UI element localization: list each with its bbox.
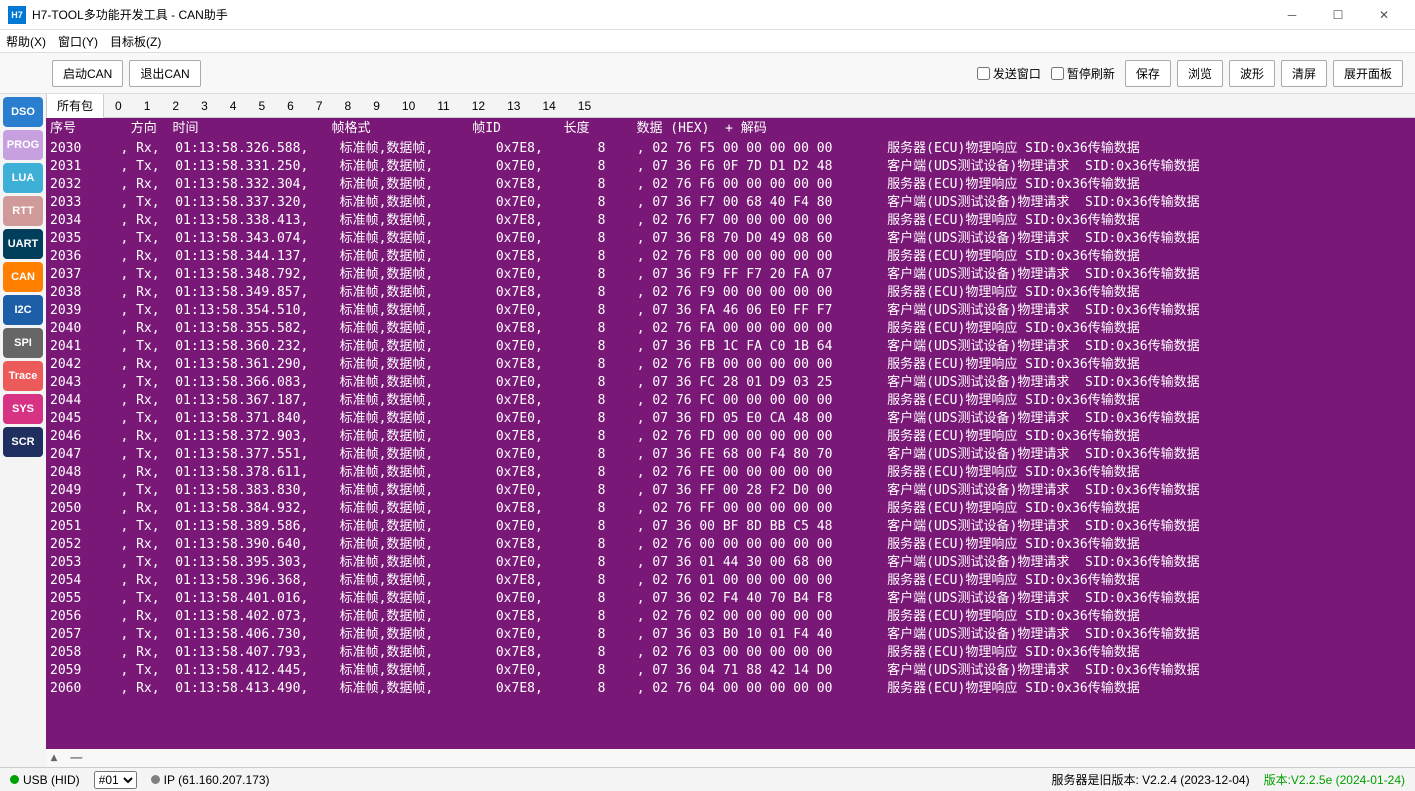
table-row[interactable]: 2046 , Rx, 01:13:58.372.903, 标准帧,数据帧, 0x… — [50, 428, 1415, 446]
table-row[interactable]: 2052 , Rx, 01:13:58.390.640, 标准帧,数据帧, 0x… — [50, 536, 1415, 554]
table-row[interactable]: 2030 , Rx, 01:13:58.326.588, 标准帧,数据帧, 0x… — [50, 140, 1415, 158]
table-row[interactable]: 2038 , Rx, 01:13:58.349.857, 标准帧,数据帧, 0x… — [50, 284, 1415, 302]
filter-tab-8[interactable]: 7 — [305, 95, 334, 117]
table-row[interactable]: 2050 , Rx, 01:13:58.384.932, 标准帧,数据帧, 0x… — [50, 500, 1415, 518]
bottom-splitter: ▴ — — [46, 749, 1415, 767]
table-row[interactable]: 2053 , Tx, 01:13:58.395.303, 标准帧,数据帧, 0x… — [50, 554, 1415, 572]
server-version: 服务器是旧版本: V2.2.4 (2023-12-04) — [1052, 771, 1250, 788]
table-row[interactable]: 2056 , Rx, 01:13:58.402.073, 标准帧,数据帧, 0x… — [50, 608, 1415, 626]
filter-tab-6[interactable]: 5 — [247, 95, 276, 117]
filter-tab-9[interactable]: 8 — [334, 95, 363, 117]
table-row[interactable]: 2040 , Rx, 01:13:58.355.582, 标准帧,数据帧, 0x… — [50, 320, 1415, 338]
filter-tab-13[interactable]: 12 — [461, 95, 496, 117]
table-row[interactable]: 2059 , Tx, 01:13:58.412.445, 标准帧,数据帧, 0x… — [50, 662, 1415, 680]
menu-item-1[interactable]: 窗口(Y) — [58, 33, 98, 50]
sidebar-tab-dso[interactable]: DSO — [3, 97, 43, 127]
toolbar: 启动CAN 退出CAN 发送窗口 暂停刷新 保存 浏览 波形 清屏 展开面板 — [0, 52, 1415, 94]
table-row[interactable]: 2044 , Rx, 01:13:58.367.187, 标准帧,数据帧, 0x… — [50, 392, 1415, 410]
filter-tab-1[interactable]: 0 — [104, 95, 133, 117]
table-row[interactable]: 2037 , Tx, 01:13:58.348.792, 标准帧,数据帧, 0x… — [50, 266, 1415, 284]
browse-button[interactable]: 浏览 — [1177, 60, 1223, 87]
table-row[interactable]: 2042 , Rx, 01:13:58.361.290, 标准帧,数据帧, 0x… — [50, 356, 1415, 374]
sidebar: DSOPROGLUARTTUARTCANI2CSPITraceSYSSCR — [0, 94, 46, 767]
sidebar-tab-uart[interactable]: UART — [3, 229, 43, 259]
data-pane[interactable]: 2030 , Rx, 01:13:58.326.588, 标准帧,数据帧, 0x… — [46, 140, 1415, 749]
maximize-button[interactable]: ☐ — [1315, 0, 1361, 30]
table-row[interactable]: 2035 , Tx, 01:13:58.343.074, 标准帧,数据帧, 0x… — [50, 230, 1415, 248]
table-row[interactable]: 2039 , Tx, 01:13:58.354.510, 标准帧,数据帧, 0x… — [50, 302, 1415, 320]
table-row[interactable]: 2034 , Rx, 01:13:58.338.413, 标准帧,数据帧, 0x… — [50, 212, 1415, 230]
splitter-collapse-icon[interactable]: — — [65, 749, 87, 765]
column-header: 序号 方向 时间 帧格式 帧ID 长度 数据 (HEX) + 解码 — [46, 118, 1415, 140]
filter-tab-15[interactable]: 14 — [531, 95, 566, 117]
minimize-button[interactable]: ─ — [1269, 0, 1315, 30]
filter-tab-3[interactable]: 2 — [161, 95, 190, 117]
filter-tab-4[interactable]: 3 — [190, 95, 219, 117]
table-row[interactable]: 2036 , Rx, 01:13:58.344.137, 标准帧,数据帧, 0x… — [50, 248, 1415, 266]
send-window-checkbox[interactable]: 发送窗口 — [977, 65, 1041, 82]
client-version: 版本:V2.2.5e (2024-01-24) — [1264, 771, 1405, 788]
exit-can-button[interactable]: 退出CAN — [129, 60, 200, 87]
table-row[interactable]: 2032 , Rx, 01:13:58.332.304, 标准帧,数据帧, 0x… — [50, 176, 1415, 194]
sidebar-tab-i2c[interactable]: I2C — [3, 295, 43, 325]
table-row[interactable]: 2055 , Tx, 01:13:58.401.016, 标准帧,数据帧, 0x… — [50, 590, 1415, 608]
filter-tab-11[interactable]: 10 — [391, 95, 426, 117]
filter-tab-0[interactable]: 所有包 — [46, 94, 104, 118]
ip-status: IP (61.160.207.173) — [151, 773, 270, 787]
clear-button[interactable]: 清屏 — [1281, 60, 1327, 87]
save-button[interactable]: 保存 — [1125, 60, 1171, 87]
expand-panel-button[interactable]: 展开面板 — [1333, 60, 1403, 87]
filter-tab-10[interactable]: 9 — [362, 95, 391, 117]
table-row[interactable]: 2048 , Rx, 01:13:58.378.611, 标准帧,数据帧, 0x… — [50, 464, 1415, 482]
sidebar-tab-sys[interactable]: SYS — [3, 394, 43, 424]
table-row[interactable]: 2058 , Rx, 01:13:58.407.793, 标准帧,数据帧, 0x… — [50, 644, 1415, 662]
window-title: H7-TOOL多功能开发工具 - CAN助手 — [32, 6, 1269, 23]
sidebar-tab-can[interactable]: CAN — [3, 262, 43, 292]
filter-tab-12[interactable]: 11 — [426, 95, 460, 117]
filter-tab-14[interactable]: 13 — [496, 95, 531, 117]
titlebar: H7 H7-TOOL多功能开发工具 - CAN助手 ─ ☐ ✕ — [0, 0, 1415, 30]
sidebar-tab-scr[interactable]: SCR — [3, 427, 43, 457]
statusbar: USB (HID) #01#02 IP (61.160.207.173) 服务器… — [0, 767, 1415, 791]
table-row[interactable]: 2045 , Tx, 01:13:58.371.840, 标准帧,数据帧, 0x… — [50, 410, 1415, 428]
close-button[interactable]: ✕ — [1361, 0, 1407, 30]
table-row[interactable]: 2057 , Tx, 01:13:58.406.730, 标准帧,数据帧, 0x… — [50, 626, 1415, 644]
table-row[interactable]: 2060 , Rx, 01:13:58.413.490, 标准帧,数据帧, 0x… — [50, 680, 1415, 698]
table-row[interactable]: 2049 , Tx, 01:13:58.383.830, 标准帧,数据帧, 0x… — [50, 482, 1415, 500]
pause-refresh-checkbox[interactable]: 暂停刷新 — [1051, 65, 1115, 82]
table-row[interactable]: 2031 , Tx, 01:13:58.331.250, 标准帧,数据帧, 0x… — [50, 158, 1415, 176]
port-select[interactable]: #01#02 — [94, 771, 137, 789]
menu-item-2[interactable]: 目标板(Z) — [110, 33, 161, 50]
filter-tab-7[interactable]: 6 — [276, 95, 305, 117]
start-can-button[interactable]: 启动CAN — [52, 60, 123, 87]
table-row[interactable]: 2033 , Tx, 01:13:58.337.320, 标准帧,数据帧, 0x… — [50, 194, 1415, 212]
table-row[interactable]: 2043 , Tx, 01:13:58.366.083, 标准帧,数据帧, 0x… — [50, 374, 1415, 392]
table-row[interactable]: 2054 , Rx, 01:13:58.396.368, 标准帧,数据帧, 0x… — [50, 572, 1415, 590]
usb-status: USB (HID) — [10, 773, 80, 787]
sidebar-tab-spi[interactable]: SPI — [3, 328, 43, 358]
table-row[interactable]: 2041 , Tx, 01:13:58.360.232, 标准帧,数据帧, 0x… — [50, 338, 1415, 356]
app-icon: H7 — [8, 6, 26, 24]
menu-item-0[interactable]: 帮助(X) — [6, 33, 46, 50]
filter-tab-5[interactable]: 4 — [219, 95, 248, 117]
sidebar-tab-lua[interactable]: LUA — [3, 163, 43, 193]
table-row[interactable]: 2051 , Tx, 01:13:58.389.586, 标准帧,数据帧, 0x… — [50, 518, 1415, 536]
sidebar-tab-rtt[interactable]: RTT — [3, 196, 43, 226]
splitter-up-icon[interactable]: ▴ — [46, 749, 62, 765]
wave-button[interactable]: 波形 — [1229, 60, 1275, 87]
sidebar-tab-prog[interactable]: PROG — [3, 130, 43, 160]
menubar: 帮助(X) 窗口(Y) 目标板(Z) — [0, 30, 1415, 52]
sidebar-tab-trace[interactable]: Trace — [3, 361, 43, 391]
filter-tab-2[interactable]: 1 — [133, 95, 162, 117]
table-row[interactable]: 2047 , Tx, 01:13:58.377.551, 标准帧,数据帧, 0x… — [50, 446, 1415, 464]
filter-tab-16[interactable]: 15 — [567, 95, 602, 117]
tabbar: 所有包0123456789101112131415 — [46, 94, 1415, 118]
